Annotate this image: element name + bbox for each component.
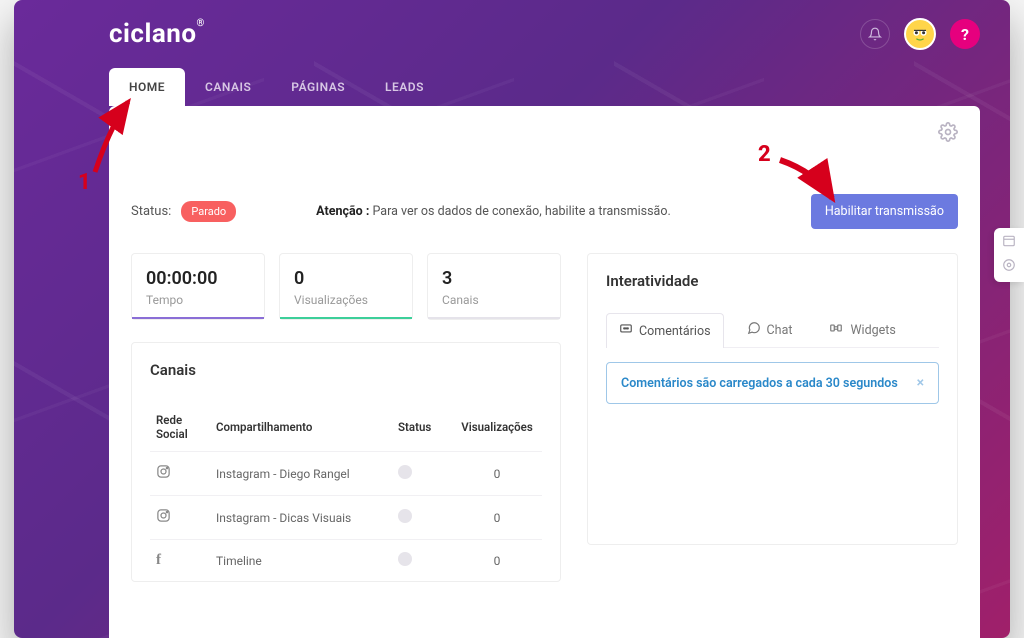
- stat-tempo-label: Tempo: [146, 293, 250, 307]
- col-status: Status: [392, 403, 452, 452]
- channels-title: Canais: [150, 361, 542, 379]
- close-icon[interactable]: ×: [917, 375, 924, 391]
- stat-card-views: 0 Visualizações: [279, 253, 413, 320]
- stat-card-canais: 3 Canais: [427, 253, 561, 320]
- chat-icon: [747, 321, 761, 339]
- main-tabs: HOME CANAIS PÁGINAS LEADS: [14, 68, 1010, 106]
- status-badge: Parado: [181, 201, 236, 222]
- stat-views-value: 0: [294, 268, 398, 289]
- chat-bubble-icon: [619, 322, 633, 340]
- itab-widgets[interactable]: Widgets: [815, 312, 908, 347]
- status-dot: [398, 465, 412, 479]
- interactivity-title: Interatividade: [606, 272, 939, 290]
- widgets-icon: [828, 321, 844, 339]
- channels-table: Rede Social Compartilhamento Status Visu…: [150, 403, 542, 581]
- settings-icon[interactable]: [1002, 258, 1016, 276]
- stat-card-tempo: 00:00:00 Tempo: [131, 253, 265, 320]
- tab-home[interactable]: HOME: [109, 68, 185, 106]
- tab-canais[interactable]: CANAIS: [185, 68, 271, 106]
- brand-logo: ciclano®: [109, 19, 205, 49]
- interactivity-tabs: Comentários Chat Widgets: [606, 312, 939, 348]
- status-dot: [398, 509, 412, 523]
- status-label: Status:: [131, 204, 171, 219]
- tab-leads[interactable]: LEADS: [365, 68, 444, 106]
- table-row: Instagram - Dicas Visuais 0: [150, 496, 542, 540]
- content-area: Status: Parado Atenção : Para ver os dad…: [109, 106, 980, 638]
- stat-views-label: Visualizações: [294, 293, 398, 307]
- col-rede: Rede Social: [150, 403, 210, 452]
- itab-chat[interactable]: Chat: [734, 312, 806, 347]
- attention-text: Atenção : Para ver os dados de conexão, …: [316, 204, 671, 219]
- table-row: f Timeline 0: [150, 540, 542, 582]
- facebook-icon: f: [156, 552, 161, 568]
- tab-paginas[interactable]: PÁGINAS: [271, 68, 365, 106]
- stat-canais-label: Canais: [442, 293, 546, 307]
- instagram-icon: [156, 509, 171, 527]
- avatar[interactable]: [904, 18, 936, 50]
- enable-transmission-button[interactable]: Habilitar transmissão: [811, 194, 958, 229]
- stat-tempo-value: 00:00:00: [146, 268, 250, 289]
- status-dot: [398, 552, 412, 566]
- code-icon[interactable]: [1002, 234, 1016, 252]
- channels-panel: Canais Rede Social Compartilhamento Stat…: [131, 342, 561, 582]
- gear-icon[interactable]: [938, 122, 958, 142]
- help-icon[interactable]: ?: [950, 19, 980, 49]
- topbar: ciclano® ?: [14, 0, 1010, 68]
- instagram-icon: [156, 465, 171, 483]
- side-tools: [994, 228, 1024, 282]
- stat-canais-value: 3: [442, 268, 546, 289]
- itab-comments[interactable]: Comentários: [606, 313, 724, 348]
- interactivity-panel: Interatividade Comentários Chat Widge: [587, 253, 958, 545]
- comments-notice: Comentários são carregados a cada 30 seg…: [606, 362, 939, 404]
- col-views: Visualizações: [452, 403, 542, 452]
- col-share: Compartilhamento: [210, 403, 392, 452]
- bell-icon[interactable]: [860, 19, 890, 49]
- table-row: Instagram - Diego Rangel 0: [150, 452, 542, 496]
